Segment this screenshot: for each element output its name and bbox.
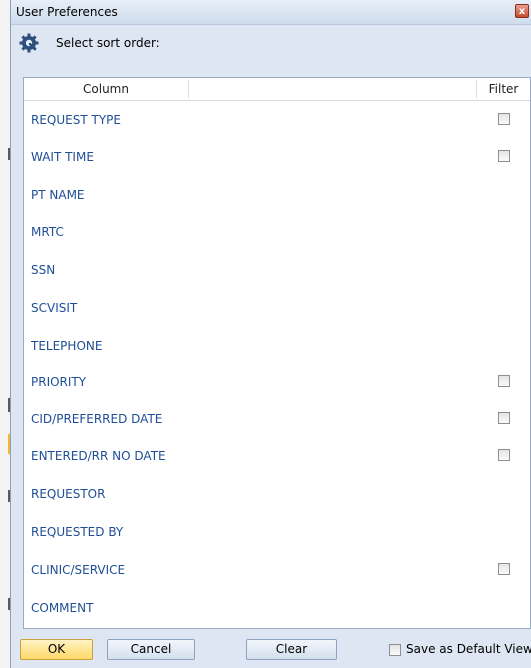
filter-checkbox[interactable] xyxy=(498,150,510,162)
table-row[interactable]: CID/PREFERRED DATE xyxy=(24,401,530,438)
filter-checkbox[interactable] xyxy=(498,563,510,575)
row-label: MRTC xyxy=(31,225,64,239)
table-row[interactable]: PT NAME xyxy=(24,177,530,214)
row-label: COMMENT xyxy=(31,601,94,615)
user-preferences-dialog: User Preferences x Select sort order: Co… xyxy=(10,0,531,668)
table-row[interactable]: SSN xyxy=(24,252,530,289)
table-row[interactable]: WAIT TIME xyxy=(24,139,530,176)
cancel-button[interactable]: Cancel xyxy=(107,639,195,660)
row-label: CLINIC/SERVICE xyxy=(31,563,126,577)
row-label: ENTERED/RR NO DATE xyxy=(31,449,166,463)
dialog-title: User Preferences xyxy=(16,5,118,19)
row-label: WAIT TIME xyxy=(31,150,94,164)
table-row[interactable]: PRIORITY xyxy=(24,364,530,401)
table-row[interactable]: SCVISIT xyxy=(24,290,530,327)
sort-order-header: Select sort order: xyxy=(11,25,531,77)
row-label: CID/PREFERRED DATE xyxy=(31,412,163,426)
clear-button[interactable]: Clear xyxy=(246,639,337,660)
table-row[interactable]: ENTERED/RR NO DATE xyxy=(24,438,530,475)
close-icon[interactable]: x xyxy=(515,4,529,18)
row-label: TELEPHONE xyxy=(31,339,103,353)
row-label: SSN xyxy=(31,263,56,277)
save-default-view-label[interactable]: Save as Default View xyxy=(406,642,531,656)
header-divider xyxy=(188,80,189,98)
row-label: PRIORITY xyxy=(31,375,87,389)
ok-button[interactable]: OK xyxy=(20,639,93,660)
table-row[interactable]: REQUEST TYPE xyxy=(24,102,530,139)
filter-checkbox[interactable] xyxy=(498,113,510,125)
row-label: PT NAME xyxy=(31,188,85,202)
table-row[interactable]: REQUESTED BY xyxy=(24,514,530,551)
table-row[interactable]: REQUESTOR xyxy=(24,476,530,513)
save-default-view-checkbox[interactable] xyxy=(389,644,401,656)
table-row[interactable]: MRTC xyxy=(24,214,530,251)
table-row[interactable]: TELEPHONE xyxy=(24,328,530,365)
background-app xyxy=(0,0,10,668)
column-header[interactable]: Column xyxy=(24,82,188,96)
table-row[interactable]: COMMENT xyxy=(24,590,530,627)
filter-header[interactable]: Filter xyxy=(477,82,530,96)
row-label: REQUEST TYPE xyxy=(31,113,121,127)
gear-icon xyxy=(19,33,39,53)
filter-checkbox[interactable] xyxy=(498,375,510,387)
title-bar: User Preferences x xyxy=(11,0,531,25)
row-label: REQUESTOR xyxy=(31,487,106,501)
row-label: REQUESTED BY xyxy=(31,525,124,539)
filter-checkbox[interactable] xyxy=(498,449,510,461)
column-list: Column Filter REQUEST TYPE WAIT TIME PT … xyxy=(23,77,531,629)
sort-order-label: Select sort order: xyxy=(56,36,160,50)
column-header-row: Column Filter xyxy=(24,78,530,101)
filter-checkbox[interactable] xyxy=(498,412,510,424)
row-label: SCVISIT xyxy=(31,301,78,315)
table-row[interactable]: CLINIC/SERVICE xyxy=(24,552,530,589)
dialog-footer: OK Cancel Clear Save as Default View xyxy=(11,638,531,668)
